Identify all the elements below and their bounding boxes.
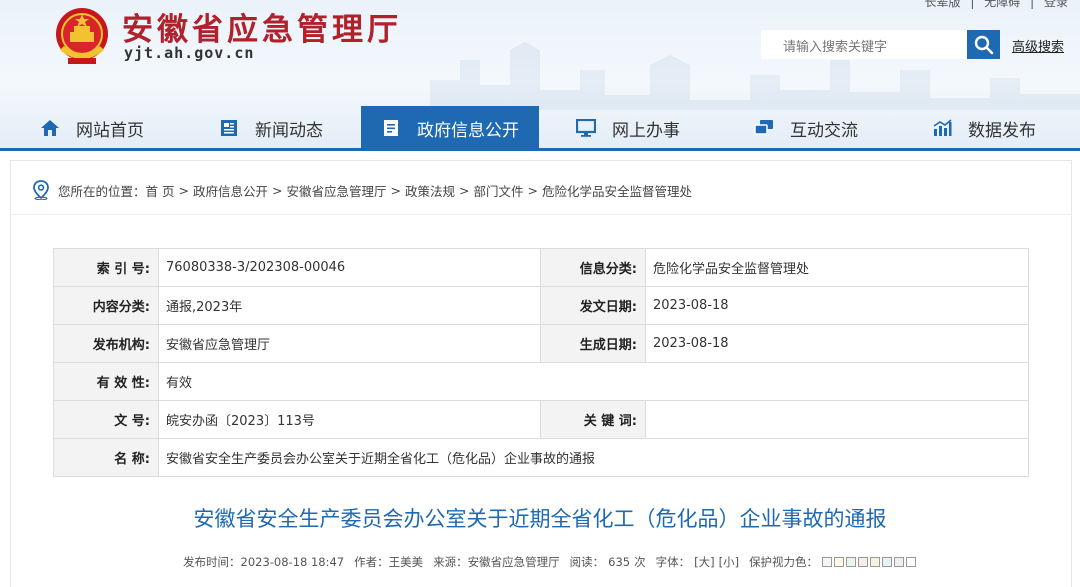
publish-time: 发布时间：2023-08-18 18:47 bbox=[183, 555, 345, 569]
eye-care-label: 保护视力色： bbox=[749, 555, 819, 569]
source: 来源：安徽省应急管理厅 bbox=[433, 555, 560, 569]
monitor-icon bbox=[576, 118, 596, 138]
reads-label: 阅读： bbox=[569, 555, 605, 569]
breadcrumb-department[interactable]: 安徽省应急管理厅 bbox=[286, 181, 386, 200]
index-value: 76080338-3/202308-00046 bbox=[158, 248, 541, 287]
breadcrumb-divider bbox=[10, 214, 1072, 215]
document-icon bbox=[381, 118, 401, 138]
breadcrumb-dept-docs[interactable]: 部门文件 bbox=[473, 181, 523, 200]
content-type-value: 通报,2023年 bbox=[158, 286, 541, 325]
search-icon bbox=[974, 35, 993, 54]
home-icon bbox=[40, 118, 60, 138]
nav-label: 互动交流 bbox=[790, 120, 858, 141]
eye-care-swatch-1[interactable] bbox=[822, 557, 833, 567]
article-title: 安徽省安全生产委员会办公室关于近期全省化工（危化品）企业事故的通报 bbox=[193, 507, 887, 531]
eye-care-swatches bbox=[822, 557, 918, 567]
name-label: 名 称: bbox=[53, 438, 159, 477]
reads-count: 635 bbox=[608, 555, 631, 569]
name-value: 安徽省安全生产委员会办公室关于近期全省化工（危化品）企业事故的通报 bbox=[158, 438, 1029, 477]
author: 作者：王美美 bbox=[354, 555, 424, 569]
eye-care-swatch-3[interactable] bbox=[846, 557, 857, 567]
font-small-button[interactable]: [小] bbox=[719, 554, 739, 570]
nav-label: 数据发布 bbox=[968, 120, 1036, 141]
chat-icon bbox=[754, 118, 774, 138]
content-type-label: 内容分类: bbox=[53, 286, 159, 325]
breadcrumb-current[interactable]: 危险化学品安全监督管理处 bbox=[542, 181, 692, 200]
reads-unit: 次 bbox=[634, 555, 646, 569]
eye-care-swatch-5[interactable] bbox=[870, 557, 881, 567]
breadcrumb-gov-info[interactable]: 政府信息公开 bbox=[193, 181, 268, 200]
eye-care-swatch-7[interactable] bbox=[894, 557, 905, 567]
nav-label: 网站首页 bbox=[76, 120, 144, 141]
table-row: 有 效 性: 有效 bbox=[53, 362, 1029, 401]
table-row: 文 号: 皖安办函〔2023〕113号 关 键 词: bbox=[53, 400, 1029, 439]
nav-underline bbox=[0, 148, 1080, 151]
created-date-value: 2023-08-18 bbox=[645, 324, 1029, 363]
table-row: 发布机构: 安徽省应急管理厅 生成日期: 2023-08-18 bbox=[53, 324, 1029, 363]
breadcrumb-policy[interactable]: 政策法规 bbox=[405, 181, 455, 200]
validity-value: 有效 bbox=[158, 362, 1029, 401]
elder-mode-link[interactable]: 长辈版 bbox=[925, 0, 961, 9]
doc-number-value: 皖安办函〔2023〕113号 bbox=[158, 400, 541, 439]
keywords-label: 关 键 词: bbox=[540, 400, 646, 439]
article-meta: 发布时间：2023-08-18 18:47 作者：王美美 来源：安徽省应急管理厅… bbox=[183, 554, 918, 570]
issue-date-label: 发文日期: bbox=[540, 286, 646, 325]
keywords-value bbox=[645, 400, 1029, 439]
font-large-button[interactable]: [大] bbox=[694, 554, 714, 570]
table-row: 名 称: 安徽省安全生产委员会办公室关于近期全省化工（危化品）企业事故的通报 bbox=[53, 438, 1029, 477]
category-label: 信息分类: bbox=[540, 248, 646, 287]
nav-label: 政府信息公开 bbox=[417, 120, 519, 141]
nav-label: 新闻动态 bbox=[255, 120, 323, 141]
bar-chart-icon bbox=[932, 118, 952, 138]
nav-item-data-release[interactable]: 数据发布 bbox=[932, 106, 1036, 150]
nav-item-news[interactable]: 新闻动态 bbox=[219, 106, 323, 150]
location-pin-icon bbox=[33, 180, 49, 200]
nav-label: 网上办事 bbox=[612, 120, 680, 141]
nav-item-gov-info[interactable]: 政府信息公开 bbox=[361, 106, 539, 150]
table-row: 索 引 号: 76080338-3/202308-00046 信息分类: 危险化… bbox=[53, 248, 1029, 287]
accessibility-link[interactable]: 无障碍 bbox=[984, 0, 1020, 9]
validity-label: 有 效 性: bbox=[53, 362, 159, 401]
eye-care-swatch-4[interactable] bbox=[858, 557, 869, 567]
search-input[interactable]: 请输入搜索关键字 bbox=[761, 30, 967, 59]
eye-care-swatch-6[interactable] bbox=[882, 557, 893, 567]
category-value: 危险化学品安全监督管理处 bbox=[645, 248, 1029, 287]
advanced-search-link[interactable]: 高级搜索 bbox=[1012, 36, 1064, 55]
breadcrumb-prefix: 您所在的位置： bbox=[58, 183, 146, 199]
table-row: 内容分类: 通报,2023年 发文日期: 2023-08-18 bbox=[53, 286, 1029, 325]
login-link[interactable]: 登录 bbox=[1044, 0, 1068, 9]
search-button[interactable] bbox=[967, 30, 1000, 59]
font-size-label: 字体： bbox=[655, 555, 691, 569]
publisher-value: 安徽省应急管理厅 bbox=[158, 324, 541, 363]
nav-item-home[interactable]: 网站首页 bbox=[40, 106, 144, 150]
index-label: 索 引 号: bbox=[53, 248, 159, 287]
document-info-table: 索 引 号: 76080338-3/202308-00046 信息分类: 危险化… bbox=[53, 248, 1029, 477]
site-title: 安徽省应急管理厅 bbox=[122, 12, 402, 48]
issue-date-value: 2023-08-18 bbox=[645, 286, 1029, 325]
national-emblem-logo bbox=[56, 8, 108, 64]
breadcrumb: 您所在的位置： 首 页 > 政府信息公开 > 安徽省应急管理厅 > 政策法规 >… bbox=[32, 180, 692, 200]
site-domain: yjt.ah.gov.cn bbox=[124, 44, 255, 62]
breadcrumb-home[interactable]: 首 页 bbox=[146, 181, 175, 200]
newspaper-icon bbox=[219, 118, 239, 138]
eye-care-swatch-2[interactable] bbox=[834, 557, 845, 567]
eye-care-swatch-8[interactable] bbox=[906, 557, 917, 567]
created-date-label: 生成日期: bbox=[540, 324, 646, 363]
publisher-label: 发布机构: bbox=[53, 324, 159, 363]
doc-number-label: 文 号: bbox=[53, 400, 159, 439]
nav-item-online-service[interactable]: 网上办事 bbox=[576, 106, 680, 150]
main-nav: 网站首页 新闻动态 政府信息公开 网上办事 互动交流 数据发布 bbox=[0, 106, 1080, 150]
nav-item-interaction[interactable]: 互动交流 bbox=[754, 106, 858, 150]
top-links: 长辈版 | 无障碍 | 登录 bbox=[919, 0, 1068, 10]
